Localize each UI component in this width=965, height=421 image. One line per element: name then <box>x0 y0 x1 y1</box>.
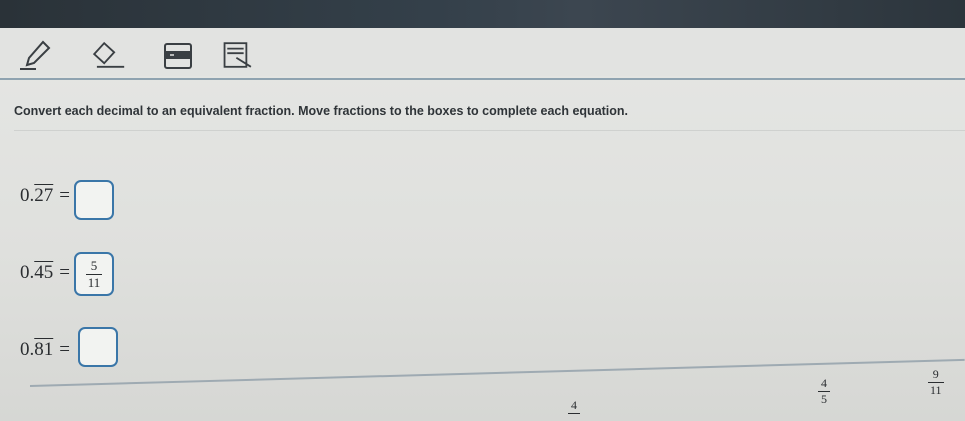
answer-masking-icon[interactable] <box>158 38 198 72</box>
page: Convert each decimal to an equivalent fr… <box>0 0 965 421</box>
work-area <box>14 130 965 411</box>
equals-sign: = <box>59 262 70 283</box>
repeating-digits: 27 <box>34 185 54 206</box>
equals-sign: = <box>59 185 70 206</box>
fraction-numerator: 4 <box>821 376 827 390</box>
toolbar <box>0 28 965 76</box>
fraction-numerator: 4 <box>571 398 577 412</box>
fraction-denominator: 11 <box>87 274 101 290</box>
equals-sign: = <box>59 339 70 360</box>
answer-drop-box[interactable]: 5 11 <box>73 252 114 296</box>
toolbar-divider <box>0 78 965 80</box>
equation-row: 0.81 = <box>20 327 118 367</box>
fraction-bar <box>568 412 580 414</box>
fraction-tile[interactable]: 4 <box>568 396 580 415</box>
fraction-tile[interactable]: 9 11 <box>928 365 944 396</box>
equation-row: 0.45 = 5 11 <box>20 250 114 296</box>
fraction-numerator: 9 <box>932 367 939 381</box>
fraction-denominator: 11 <box>930 382 942 397</box>
decimal-value: 0.81 <box>20 339 54 360</box>
placed-fraction-tile[interactable]: 5 11 <box>85 257 103 290</box>
line-reader-icon[interactable] <box>220 38 260 72</box>
eraser-icon[interactable] <box>86 38 126 72</box>
answer-drop-box[interactable] <box>77 327 118 367</box>
fraction-numerator: 5 <box>90 257 98 273</box>
repeating-digits: 81 <box>34 339 54 360</box>
equation-row: 0.27 = <box>20 172 114 220</box>
decimal-value: 0.45 <box>20 262 54 283</box>
top-bar <box>0 0 965 28</box>
repeating-digits: 45 <box>34 262 54 283</box>
pencil-icon[interactable] <box>18 38 58 72</box>
answer-drop-box[interactable] <box>73 180 114 220</box>
decimal-value: 0.27 <box>20 185 54 206</box>
instruction-text: Convert each decimal to an equivalent fr… <box>14 104 629 118</box>
fraction-denominator: 5 <box>821 391 827 406</box>
fraction-tile[interactable]: 4 5 <box>818 374 830 405</box>
